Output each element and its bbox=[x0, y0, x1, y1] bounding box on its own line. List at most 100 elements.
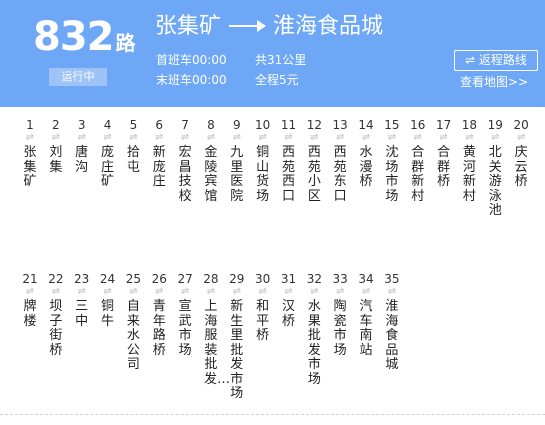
stop-item[interactable]: 25 ⇌ 自来水公司 bbox=[123, 272, 143, 373]
route-title: 张集矿 淮海食品城 bbox=[155, 12, 383, 42]
swap-arrows-icon: ⇌ bbox=[232, 286, 241, 297]
swap-arrows-icon: ⇌ bbox=[465, 132, 474, 143]
stop-item[interactable]: 20 ⇌ 庆云桥 bbox=[511, 118, 531, 190]
stop-name: 唐沟 bbox=[75, 145, 89, 175]
swap-arrows-icon: ⇌ bbox=[310, 132, 319, 143]
stop-item[interactable]: 31 ⇌ 汉桥 bbox=[279, 272, 299, 329]
stop-name: 沈场市场 bbox=[385, 145, 399, 204]
stop-number: 30 bbox=[255, 272, 271, 286]
stop-item[interactable]: 4 ⇌ 庞庄矿 bbox=[98, 118, 118, 190]
swap-arrows-icon: ⇌ bbox=[129, 132, 138, 143]
stop-item[interactable]: 5 ⇌ 拾屯 bbox=[123, 118, 143, 175]
swap-arrows-icon: ⇌ bbox=[103, 132, 112, 143]
swap-arrows-icon: ⇌ bbox=[284, 286, 293, 297]
stop-name: 自来水公司 bbox=[126, 299, 140, 372]
stop-number: 4 bbox=[103, 118, 112, 132]
stop-item[interactable]: 26 ⇌ 青年路桥 bbox=[149, 272, 169, 358]
stop-number: 5 bbox=[129, 118, 138, 132]
stop-item[interactable]: 17 ⇌ 合群桥 bbox=[434, 118, 454, 190]
stop-item[interactable]: 2 ⇌ 刘集 bbox=[46, 118, 66, 175]
stop-number: 32 bbox=[306, 272, 322, 286]
stop-item[interactable]: 18 ⇌ 黄河新村 bbox=[459, 118, 479, 204]
stop-item[interactable]: 24 ⇌ 铜牛 bbox=[98, 272, 118, 329]
stop-name: 西苑西口 bbox=[281, 145, 295, 204]
stop-item[interactable]: 15 ⇌ 沈场市场 bbox=[382, 118, 402, 204]
stop-name: 合群桥 bbox=[437, 145, 451, 189]
stop-name: 九里医院 bbox=[230, 145, 244, 204]
return-route-button[interactable]: ⇌ 返程路线 bbox=[454, 50, 538, 71]
view-map-link[interactable]: 查看地图>> bbox=[460, 74, 528, 90]
swap-arrows-icon: ⇌ bbox=[232, 132, 241, 143]
stop-item[interactable]: 30 ⇌ 和平桥 bbox=[253, 272, 273, 344]
stop-item[interactable]: 23 ⇌ 三中 bbox=[72, 272, 92, 329]
stop-item[interactable]: 7 ⇌ 宏昌技校 bbox=[175, 118, 195, 204]
stop-item[interactable]: 19 ⇌ 北关游泳池 bbox=[485, 118, 505, 219]
stop-item[interactable]: 11 ⇌ 西苑西口 bbox=[279, 118, 299, 204]
stop-number: 26 bbox=[151, 272, 167, 286]
stop-item[interactable]: 1 ⇌ 张集矿 bbox=[20, 118, 40, 190]
stop-item[interactable]: 22 ⇌ 坝子街桥 bbox=[46, 272, 66, 358]
destination-stop: 淮海食品城 bbox=[273, 14, 384, 39]
route-number: 832 路 bbox=[33, 14, 136, 66]
stop-number: 2 bbox=[52, 118, 60, 132]
stop-name: 合群新村 bbox=[411, 145, 425, 204]
stop-number: 20 bbox=[513, 118, 529, 132]
swap-arrows-icon: ⇌ bbox=[206, 286, 216, 297]
swap-arrows-icon: ⇌ bbox=[310, 286, 319, 297]
stop-item[interactable]: 10 ⇌ 铜山货场 bbox=[253, 118, 273, 204]
stop-number: 31 bbox=[280, 272, 297, 286]
route-number-text: 832 bbox=[33, 14, 114, 60]
stop-item[interactable]: 28 ⇌ 上海服装批发… bbox=[201, 272, 230, 387]
stop-item[interactable]: 13 ⇌ 西苑东口 bbox=[330, 118, 350, 204]
stop-number: 19 bbox=[487, 118, 503, 132]
stop-name: 庆云桥 bbox=[514, 145, 528, 189]
stop-number: 13 bbox=[332, 118, 348, 132]
stop-number: 10 bbox=[255, 118, 271, 132]
swap-arrows-icon: ⇌ bbox=[491, 132, 500, 143]
stop-item[interactable]: 27 ⇌ 宣武市场 bbox=[175, 272, 195, 358]
swap-arrows-icon: ⇌ bbox=[258, 286, 267, 297]
swap-arrows-icon: ⇌ bbox=[206, 132, 216, 143]
swap-arrows-icon: ⇌ bbox=[387, 132, 397, 143]
stop-name: 刘集 bbox=[49, 145, 63, 175]
stop-name: 新庞庄 bbox=[152, 145, 166, 189]
stop-name: 汽车南站 bbox=[359, 299, 373, 358]
stop-item[interactable]: 33 ⇌ 陶瓷市场 bbox=[330, 272, 350, 358]
direction-arrow-icon bbox=[229, 19, 267, 32]
stop-name: 牌楼 bbox=[23, 299, 37, 329]
swap-arrows-icon: ⇌ bbox=[25, 286, 35, 297]
stop-item[interactable]: 29 ⇌ 新生里批发市场 bbox=[227, 272, 247, 402]
swap-arrows-icon: ⇌ bbox=[103, 286, 112, 297]
stop-number: 28 bbox=[203, 272, 219, 286]
stop-item[interactable]: 34 ⇌ 汽车南站 bbox=[356, 272, 376, 358]
swap-arrows-icon: ⇌ bbox=[387, 286, 397, 297]
swap-arrows-icon: ⇌ bbox=[77, 286, 86, 297]
stop-name: 西苑小区 bbox=[307, 145, 321, 204]
stop-item[interactable]: 3 ⇌ 唐沟 bbox=[72, 118, 92, 175]
stop-item[interactable]: 12 ⇌ 西苑小区 bbox=[304, 118, 324, 204]
stop-number: 35 bbox=[384, 272, 400, 286]
stop-name: 西苑东口 bbox=[333, 145, 347, 204]
stop-item[interactable]: 32 ⇌ 水果批发市场 bbox=[304, 272, 324, 387]
stop-name: 拾屯 bbox=[126, 145, 140, 175]
route-fare: 全程5元 bbox=[255, 73, 299, 87]
stop-item[interactable]: 8 ⇌ 金陵宾馆 bbox=[201, 118, 221, 204]
stop-item[interactable]: 16 ⇌ 合群新村 bbox=[408, 118, 428, 204]
stop-item[interactable]: 21 ⇌ 牌楼 bbox=[20, 272, 40, 329]
stop-name: 宣武市场 bbox=[178, 299, 192, 358]
stop-item[interactable]: 14 ⇌ 水漫桥 bbox=[356, 118, 376, 190]
stop-name: 水果批发市场 bbox=[307, 299, 321, 387]
stop-number: 11 bbox=[280, 118, 297, 132]
divider bbox=[0, 414, 545, 415]
stop-number: 14 bbox=[358, 118, 374, 132]
stop-name: 青年路桥 bbox=[152, 299, 166, 358]
origin-stop: 张集矿 bbox=[155, 14, 222, 39]
swap-arrows-icon: ⇌ bbox=[413, 132, 422, 143]
stop-item[interactable]: 9 ⇌ 九里医院 bbox=[227, 118, 247, 204]
stop-number: 29 bbox=[229, 272, 245, 286]
stop-item[interactable]: 35 ⇌ 淮海食品城 bbox=[382, 272, 402, 373]
route-distance: 共31公里 bbox=[255, 53, 307, 67]
stop-item[interactable]: 6 ⇌ 新庞庄 bbox=[149, 118, 169, 190]
stop-name: 金陵宾馆 bbox=[204, 145, 218, 204]
swap-arrows-icon: ⇌ bbox=[25, 132, 35, 143]
